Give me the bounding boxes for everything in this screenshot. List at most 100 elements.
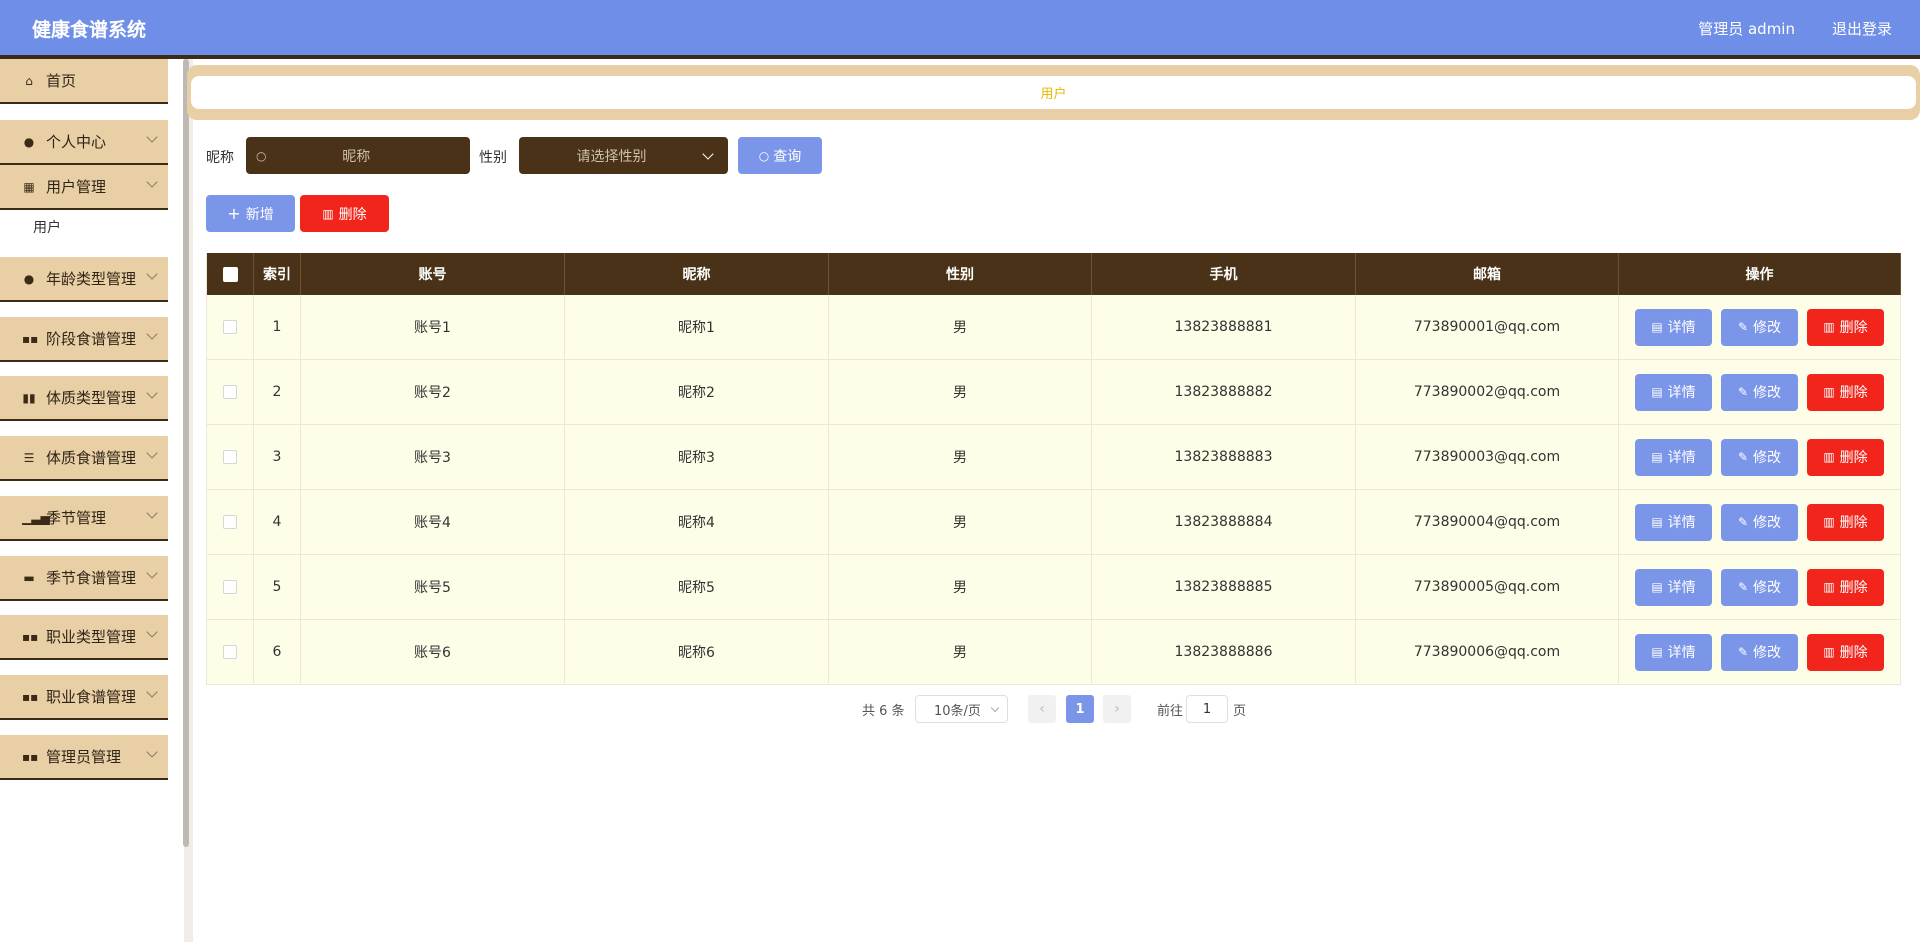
cell-gender: 男 bbox=[828, 359, 1092, 425]
detail-button-label: 详情 bbox=[1667, 320, 1696, 336]
cell-nickname: 昵称6 bbox=[564, 619, 829, 685]
breadcrumb-band: 用户 bbox=[187, 65, 1920, 120]
document-icon: ▤ bbox=[1651, 645, 1663, 659]
sidebar-item-season[interactable]: ▁▃▅ 季节管理 bbox=[0, 496, 168, 541]
edit-button-label: 修改 bbox=[1753, 645, 1782, 661]
sidebar-item-constitution-recipe[interactable]: ☰ 体质食谱管理 bbox=[0, 436, 168, 481]
detail-button[interactable]: ▤ 详情 bbox=[1635, 438, 1712, 476]
chevron-down-icon bbox=[146, 328, 158, 340]
cell-account: 账号6 bbox=[300, 619, 565, 685]
document-icon: ▤ bbox=[1651, 385, 1663, 399]
cell-actions: ▤ 详情 ✎ 修改 ▥ 删除 bbox=[1618, 619, 1901, 685]
detail-button[interactable]: ▤ 详情 bbox=[1635, 373, 1712, 411]
row-select-cell bbox=[206, 359, 254, 425]
edit-button[interactable]: ✎ 修改 bbox=[1721, 373, 1798, 411]
query-button-label: 查询 bbox=[773, 148, 802, 165]
pencil-icon: ✎ bbox=[1737, 320, 1749, 334]
row-checkbox[interactable] bbox=[223, 645, 237, 659]
cell-email: 773890002@qq.com bbox=[1355, 359, 1619, 425]
cell-nickname: 昵称5 bbox=[564, 554, 829, 620]
column-header: 邮箱 bbox=[1355, 253, 1619, 295]
next-page-button[interactable]: › bbox=[1103, 695, 1131, 723]
cell-gender: 男 bbox=[828, 295, 1092, 360]
delete-button[interactable]: ▥ 删除 bbox=[1807, 438, 1884, 476]
row-checkbox[interactable] bbox=[223, 515, 237, 529]
sidebar-item-constitution-type[interactable]: ▮▮ 体质类型管理 bbox=[0, 376, 168, 421]
gender-select[interactable]: 请选择性别 bbox=[519, 137, 728, 174]
row-checkbox[interactable] bbox=[223, 385, 237, 399]
query-button[interactable]: ○ 查询 bbox=[738, 137, 822, 174]
column-header: 操作 bbox=[1618, 253, 1901, 295]
sidebar-item-home[interactable]: ⌂ 首页 bbox=[0, 59, 168, 104]
pencil-icon: ✎ bbox=[1737, 645, 1749, 659]
prev-page-button[interactable]: ‹ bbox=[1028, 695, 1056, 723]
delete-button[interactable]: ▥ 删除 bbox=[1807, 503, 1884, 541]
goto-page-input[interactable]: 1 bbox=[1186, 695, 1228, 723]
cell-actions: ▤ 详情 ✎ 修改 ▥ 删除 bbox=[1618, 554, 1901, 620]
cell-index: 3 bbox=[253, 424, 301, 490]
sidebar-item-admin-management[interactable]: ▪▪ 管理员管理 bbox=[0, 735, 168, 780]
sidebar-item-label: 体质类型管理 bbox=[46, 389, 137, 407]
cell-index: 5 bbox=[253, 554, 301, 620]
delete-button[interactable]: ▥ 删除 bbox=[1807, 568, 1884, 606]
sidebar-item-occupation-type[interactable]: ▪▪ 职业类型管理 bbox=[0, 615, 168, 660]
sidebar-item-occupation-recipe[interactable]: ▪▪ 职业食谱管理 bbox=[0, 675, 168, 720]
detail-button[interactable]: ▤ 详情 bbox=[1635, 633, 1712, 671]
delete-button[interactable]: ▥ 删除 bbox=[1807, 308, 1884, 346]
row-checkbox[interactable] bbox=[223, 450, 237, 464]
cell-gender: 男 bbox=[828, 619, 1092, 685]
sidebar-scrollbar-thumb[interactable] bbox=[183, 59, 189, 847]
logout-link[interactable]: 退出登录 bbox=[1832, 18, 1892, 39]
bulk-delete-button-label: 删除 bbox=[338, 206, 367, 223]
edit-button[interactable]: ✎ 修改 bbox=[1721, 503, 1798, 541]
row-checkbox[interactable] bbox=[223, 580, 237, 594]
detail-button[interactable]: ▤ 详情 bbox=[1635, 308, 1712, 346]
row-select-cell bbox=[206, 619, 254, 685]
delete-button[interactable]: ▥ 删除 bbox=[1807, 633, 1884, 671]
detail-button-label: 详情 bbox=[1667, 385, 1696, 401]
sidebar-item-age-type[interactable]: ● 年龄类型管理 bbox=[0, 257, 168, 302]
row-select-cell bbox=[206, 554, 254, 620]
chevron-down-icon bbox=[146, 387, 158, 399]
edit-button-label: 修改 bbox=[1753, 515, 1782, 531]
page-size-select[interactable]: 10条/页 bbox=[915, 695, 1008, 723]
cell-email: 773890003@qq.com bbox=[1355, 424, 1619, 490]
cell-actions: ▤ 详情 ✎ 修改 ▥ 删除 bbox=[1618, 295, 1901, 360]
chevron-down-icon bbox=[146, 686, 158, 698]
column-header: 手机 bbox=[1091, 253, 1356, 295]
bulk-delete-button[interactable]: ▥ 删除 bbox=[300, 195, 389, 232]
sidebar-item-user-management[interactable]: ▦ 用户管理 bbox=[0, 165, 168, 210]
sidebar-item-season-recipe[interactable]: ▬ 季节食谱管理 bbox=[0, 556, 168, 601]
select-all-checkbox[interactable] bbox=[222, 266, 238, 282]
sidebar-item-stage-recipe[interactable]: ▪▪ 阶段食谱管理 bbox=[0, 317, 168, 362]
table-row: 4 账号4 昵称4 男 13823888884 773890004@qq.com ▤ 详情 ✎ 修… bbox=[206, 489, 1901, 555]
add-button[interactable]: + 新增 bbox=[206, 195, 295, 232]
row-select-cell bbox=[206, 295, 254, 360]
row-checkbox[interactable] bbox=[223, 320, 237, 334]
nickname-search-input[interactable]: ○ 昵称 bbox=[246, 137, 470, 174]
detail-button[interactable]: ▤ 详情 bbox=[1635, 568, 1712, 606]
detail-button[interactable]: ▤ 详情 bbox=[1635, 503, 1712, 541]
edit-button-label: 修改 bbox=[1753, 385, 1782, 401]
cell-nickname: 昵称1 bbox=[564, 295, 829, 360]
document-icon: ▤ bbox=[1651, 580, 1663, 594]
delete-button[interactable]: ▥ 删除 bbox=[1807, 373, 1884, 411]
page-number-current[interactable]: 1 bbox=[1066, 695, 1094, 723]
edit-button[interactable]: ✎ 修改 bbox=[1721, 633, 1798, 671]
chevron-down-icon bbox=[146, 131, 158, 143]
cell-email: 773890006@qq.com bbox=[1355, 619, 1619, 685]
edit-button[interactable]: ✎ 修改 bbox=[1721, 438, 1798, 476]
cell-phone: 13823888882 bbox=[1091, 359, 1356, 425]
edit-button[interactable]: ✎ 修改 bbox=[1721, 568, 1798, 606]
grid-icon: ▦ bbox=[23, 179, 35, 194]
sidebar-item-personal-center[interactable]: ● 个人中心 bbox=[0, 120, 168, 165]
sidebar-item-label: 首页 bbox=[46, 72, 77, 90]
chevron-down-icon bbox=[146, 507, 158, 519]
chevron-down-icon bbox=[146, 626, 158, 638]
cell-nickname: 昵称2 bbox=[564, 359, 829, 425]
sidebar-item-label: 体质食谱管理 bbox=[46, 449, 137, 467]
sidebar-subitem-users[interactable]: 用户 bbox=[33, 217, 61, 237]
sidebar: ⌂ 首页 ● 个人中心 ▦ 用户管理 用户 ● 年龄类型管理 ▪▪ 阶段食谱管理… bbox=[0, 59, 185, 942]
edit-button[interactable]: ✎ 修改 bbox=[1721, 308, 1798, 346]
table-row: 2 账号2 昵称2 男 13823888882 773890002@qq.com ▤ 详情 ✎ 修… bbox=[206, 359, 1901, 425]
